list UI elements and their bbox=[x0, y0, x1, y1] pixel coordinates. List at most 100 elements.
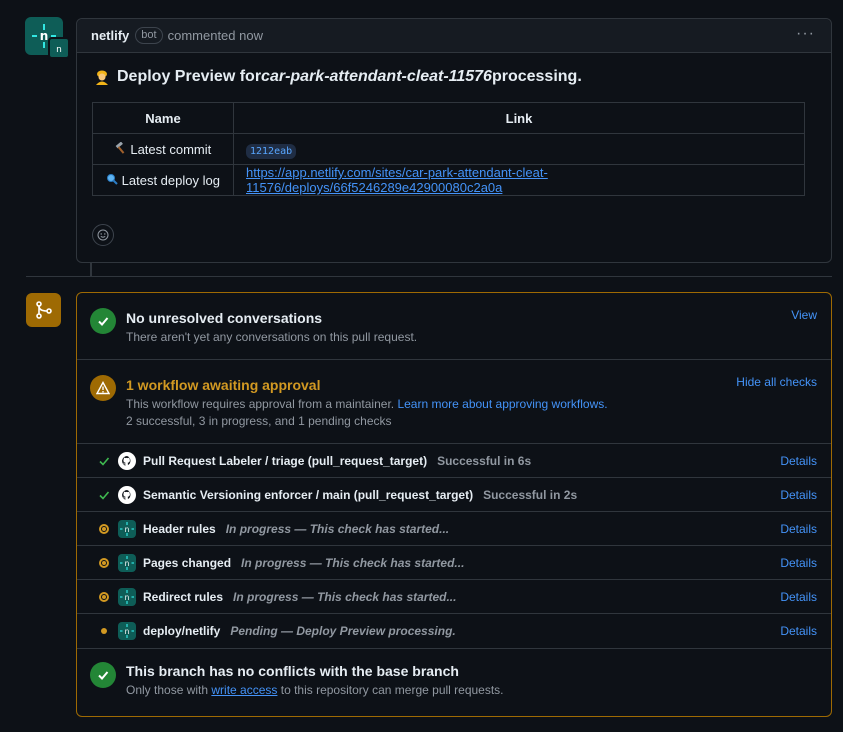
workflow-section: 1 workflow awaiting approval This workfl… bbox=[77, 360, 831, 443]
check-name: Pull Request Labeler / triage (pull_requ… bbox=[143, 454, 531, 468]
workflow-title: 1 workflow awaiting approval bbox=[126, 377, 321, 393]
check-row: n Redirect rules In progress — This check… bbox=[77, 579, 831, 614]
github-app-icon bbox=[118, 452, 136, 470]
check-row: n Header rules In progress — This check h… bbox=[77, 511, 831, 546]
comment-author[interactable]: netlify bbox=[91, 28, 129, 43]
row-name-cell: Latest deploy log bbox=[92, 164, 234, 196]
hide-all-checks-link[interactable]: Hide all checks bbox=[736, 375, 817, 389]
svg-text:n: n bbox=[125, 559, 130, 568]
magnifier-icon bbox=[106, 173, 122, 188]
svg-text:n: n bbox=[125, 525, 130, 534]
workflow-subtitle-text: This workflow requires approval from a m… bbox=[126, 397, 398, 411]
in-progress-icon bbox=[97, 590, 111, 604]
check-description: Successful in 6s bbox=[437, 454, 532, 468]
row-value-cell: https://app.netlify.com/sites/car-park-a… bbox=[233, 164, 805, 196]
check-circle-icon bbox=[90, 662, 116, 688]
check-row: n deploy/netlify Pending — Deploy Preview… bbox=[77, 613, 831, 648]
in-progress-icon bbox=[97, 556, 111, 570]
check-row: Pull Request Labeler / triage (pull_requ… bbox=[77, 443, 831, 478]
check-name: Semantic Versioning enforcer / main (pul… bbox=[143, 488, 577, 502]
check-description: In progress — This check has started... bbox=[241, 556, 465, 570]
check-title: Pull Request Labeler / triage (pull_requ… bbox=[143, 454, 428, 468]
header-name: Name bbox=[92, 102, 234, 134]
smiley-icon bbox=[97, 229, 109, 241]
workflow-summary: 2 successful, 3 in progress, and 1 pendi… bbox=[126, 414, 392, 428]
conflicts-subtitle-prefix: Only those with bbox=[126, 683, 212, 697]
conflicts-title: This branch has no conflicts with the ba… bbox=[126, 663, 459, 679]
view-conversations-link[interactable]: View bbox=[791, 308, 817, 322]
row-value-cell: 1212eab bbox=[233, 133, 805, 165]
check-details-link[interactable]: Details bbox=[780, 488, 817, 502]
title-suffix: processing. bbox=[491, 68, 582, 85]
conversations-subtitle: There aren't yet any conversations on th… bbox=[126, 330, 418, 344]
check-title: Pages changed bbox=[143, 556, 232, 570]
check-success-icon bbox=[97, 488, 111, 502]
check-description: In progress — This check has started... bbox=[225, 522, 450, 536]
check-name: deploy/netlify Pending — Deploy Preview p… bbox=[143, 624, 456, 638]
app-badge-icon: n bbox=[48, 37, 70, 59]
deploy-log-link[interactable]: https://app.netlify.com/sites/car-park-a… bbox=[246, 165, 548, 195]
check-details-link[interactable]: Details bbox=[780, 454, 817, 468]
comment-timestamp[interactable]: commented now bbox=[168, 28, 263, 43]
netlify-app-icon: n bbox=[118, 588, 136, 606]
check-description: Successful in 2s bbox=[483, 488, 578, 502]
svg-text:n: n bbox=[56, 45, 62, 54]
merge-checks-box: No unresolved conversations There aren't… bbox=[76, 292, 832, 717]
workflow-subtitle: This workflow requires approval from a m… bbox=[126, 397, 608, 411]
deploy-table: Name Link Latest commit 1212eab Latest d… bbox=[92, 102, 805, 196]
netlify-app-icon: n bbox=[118, 622, 136, 640]
check-title: Semantic Versioning enforcer / main (pul… bbox=[143, 488, 474, 502]
svg-text:n: n bbox=[40, 29, 49, 43]
write-access-link[interactable]: write access bbox=[211, 683, 277, 697]
commit-sha-link[interactable]: 1212eab bbox=[246, 143, 297, 159]
conflicts-section: This branch has no conflicts with the ba… bbox=[77, 648, 831, 715]
pending-icon bbox=[97, 624, 111, 638]
row-name-cell: Latest commit bbox=[92, 133, 234, 165]
row-name-label: Latest deploy log bbox=[121, 172, 220, 188]
learn-more-link[interactable]: Learn more about approving workflows. bbox=[397, 397, 607, 411]
check-title: deploy/netlify bbox=[143, 624, 221, 638]
conflicts-subtitle: Only those with write access to this rep… bbox=[126, 683, 504, 697]
table-header-row: Name Link bbox=[92, 102, 805, 134]
check-details-link[interactable]: Details bbox=[780, 522, 817, 536]
check-details-link[interactable]: Details bbox=[780, 590, 817, 604]
conversations-section: No unresolved conversations There aren't… bbox=[77, 293, 831, 360]
conflicts-subtitle-suffix: to this repository can merge pull reques… bbox=[277, 683, 504, 697]
check-success-icon bbox=[97, 454, 111, 468]
conversations-title: No unresolved conversations bbox=[126, 310, 323, 326]
netlify-app-icon: n bbox=[118, 520, 136, 538]
table-row: Latest deploy log https://app.netlify.co… bbox=[92, 164, 805, 196]
header-link: Link bbox=[233, 102, 805, 134]
check-title: Redirect rules bbox=[143, 590, 224, 604]
check-name: Header rules In progress — This check has… bbox=[143, 522, 449, 536]
comment-title: Deploy Preview for car-park-attendant-cl… bbox=[95, 68, 582, 86]
in-progress-icon bbox=[97, 522, 111, 536]
hammer-icon bbox=[115, 141, 131, 157]
check-details-link[interactable]: Details bbox=[780, 624, 817, 638]
check-details-link[interactable]: Details bbox=[780, 556, 817, 570]
comment-header: netlify bot commented now ··· bbox=[77, 19, 831, 53]
check-row: n Pages changed In progress — This check … bbox=[77, 545, 831, 580]
svg-text:n: n bbox=[125, 627, 130, 636]
timeline-divider bbox=[26, 276, 832, 277]
construction-worker-icon bbox=[95, 69, 109, 85]
check-name: Redirect rules In progress — This check h… bbox=[143, 590, 456, 604]
github-app-icon bbox=[118, 486, 136, 504]
title-prefix: Deploy Preview for bbox=[117, 68, 262, 85]
netlify-app-icon: n bbox=[118, 554, 136, 572]
bot-badge: bot bbox=[135, 27, 163, 44]
git-merge-icon bbox=[26, 293, 61, 327]
check-circle-icon bbox=[90, 308, 116, 334]
alert-icon bbox=[90, 375, 116, 401]
kebab-menu-icon[interactable]: ··· bbox=[796, 25, 815, 43]
check-title: Header rules bbox=[143, 522, 216, 536]
netlify-comment: netlify bot commented now ··· Deploy Pre… bbox=[76, 18, 832, 263]
add-reaction-button[interactable] bbox=[92, 224, 114, 246]
check-name: Pages changed In progress — This check ha… bbox=[143, 556, 464, 570]
check-row: Semantic Versioning enforcer / main (pul… bbox=[77, 477, 831, 512]
site-name: car-park-attendant-cleat-11576 bbox=[261, 68, 492, 85]
table-row: Latest commit 1212eab bbox=[92, 133, 805, 165]
check-description: Pending — Deploy Preview processing. bbox=[230, 624, 456, 638]
svg-text:n: n bbox=[125, 593, 130, 602]
check-description: In progress — This check has started... bbox=[233, 590, 457, 604]
